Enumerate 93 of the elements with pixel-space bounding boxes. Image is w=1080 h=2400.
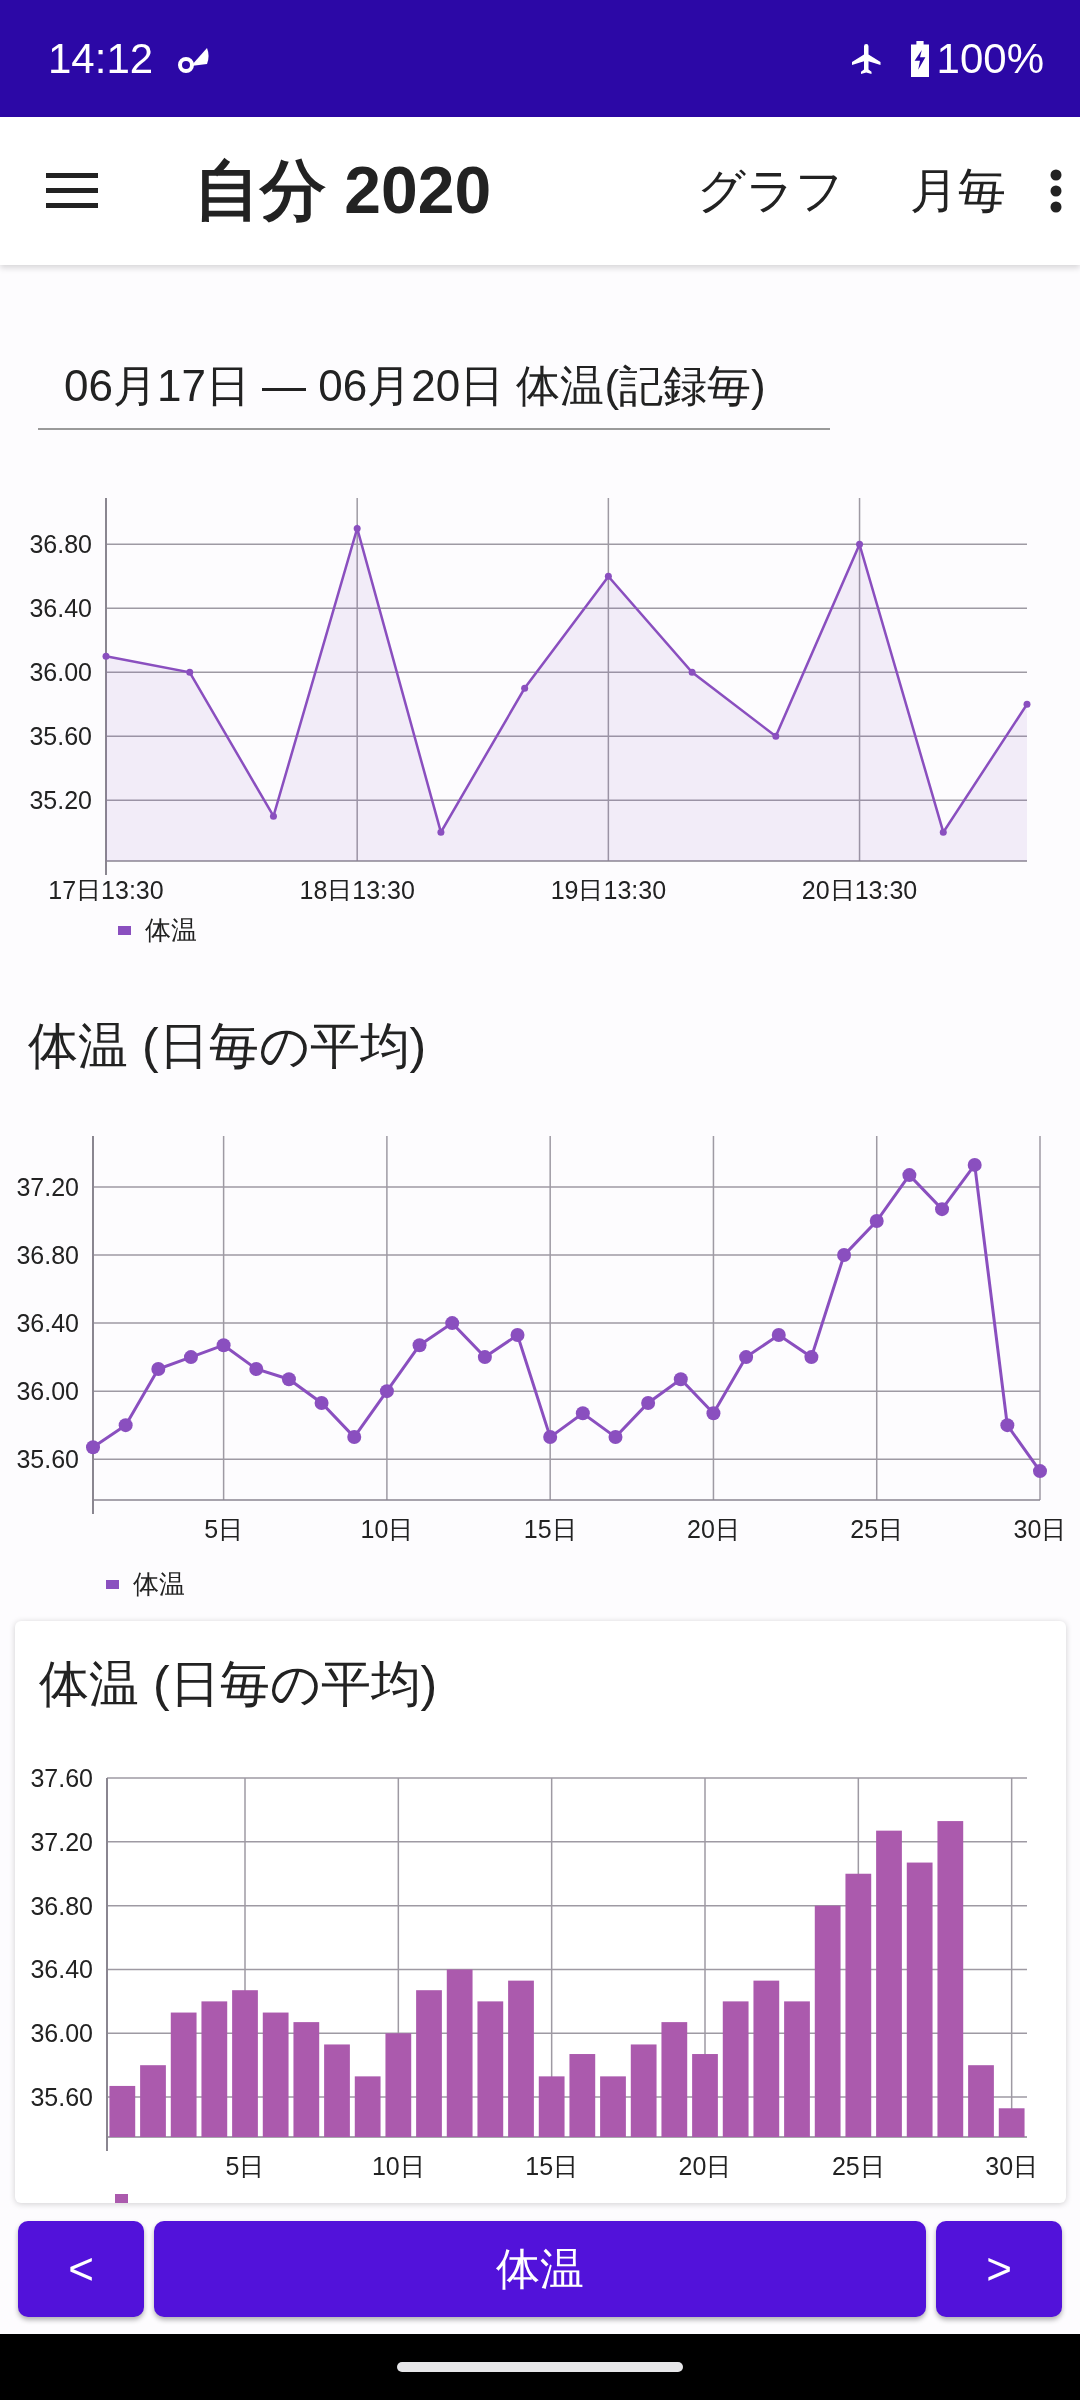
- data-point: [186, 668, 194, 676]
- data-point: [445, 1316, 460, 1331]
- chart-title: 体温 (日毎の平均): [39, 1655, 439, 1714]
- previous-button[interactable]: <: [18, 2221, 144, 2317]
- y-axis-label: 35.60: [16, 1445, 79, 1474]
- x-axis-label: 20日: [687, 1515, 740, 1543]
- y-axis-label: 36.00: [16, 1377, 79, 1406]
- data-point: [706, 1406, 721, 1421]
- period-dropdown[interactable]: 06月17日 — 06月20日 体温(記録毎): [38, 357, 830, 430]
- bar: [538, 2076, 565, 2137]
- data-point: [249, 1362, 264, 1377]
- legend-label: 体温: [133, 1568, 185, 1601]
- data-point: [673, 1372, 688, 1387]
- data-point: [1033, 1464, 1047, 1479]
- data-point: [1000, 1418, 1015, 1433]
- y-axis-label: 36.40: [16, 1309, 79, 1338]
- y-axis-label: 37.20: [16, 1173, 79, 1202]
- y-axis-label: 36.40: [30, 1955, 93, 1984]
- data-point: [281, 1372, 296, 1387]
- y-axis-label: 35.60: [30, 2083, 93, 2112]
- bar: [109, 2085, 136, 2137]
- data-point: [804, 1350, 819, 1365]
- data-point: [772, 732, 780, 740]
- x-axis-label: 25日: [850, 1515, 904, 1543]
- chart-title: 体温 (日毎の平均): [28, 1017, 428, 1076]
- toolbar-action[interactable]: グラフ: [697, 159, 844, 223]
- bar: [354, 2076, 381, 2137]
- data-point: [510, 1328, 525, 1342]
- battery-level: 100%: [936, 34, 1044, 83]
- bar: [998, 2108, 1025, 2137]
- data-point: [856, 540, 864, 548]
- menu-icon[interactable]: [46, 171, 98, 211]
- data-point: [575, 1406, 590, 1421]
- metric-button[interactable]: 体温: [154, 2221, 926, 2317]
- y-axis-label: 36.00: [30, 2019, 93, 2048]
- data-point: [379, 1384, 394, 1399]
- x-axis-label: 15日: [523, 1515, 577, 1543]
- x-axis-label: 10日: [360, 1515, 414, 1543]
- data-point: [837, 1248, 852, 1263]
- x-axis-label: 20日: [678, 2152, 732, 2180]
- data-point: [967, 1157, 982, 1172]
- x-axis-label: 5日: [225, 2152, 265, 2180]
- x-axis-label: 30日: [985, 2152, 1039, 2180]
- y-axis-label: 35.60: [29, 722, 92, 751]
- data-point: [604, 572, 612, 580]
- y-axis-label: 35.20: [29, 786, 92, 815]
- y-axis-label: 37.60: [30, 1764, 93, 1792]
- data-point: [902, 1168, 917, 1183]
- data-point: [1023, 700, 1031, 708]
- y-axis-label: 36.80: [30, 1891, 93, 1920]
- bar: [968, 2065, 994, 2137]
- data-point: [216, 1338, 231, 1353]
- status-time: 14:12: [48, 34, 154, 83]
- y-axis-label: 36.40: [29, 594, 92, 623]
- data-point: [477, 1350, 492, 1365]
- data-point: [412, 1338, 427, 1353]
- data-point: [608, 1430, 623, 1445]
- y-axis-label: 36.00: [29, 658, 92, 687]
- data-point: [543, 1430, 558, 1445]
- data-point: [353, 524, 361, 532]
- data-point: [102, 652, 110, 660]
- bar: [600, 2076, 626, 2137]
- y-axis-label: 36.80: [29, 530, 92, 559]
- data-point: [869, 1214, 884, 1229]
- toolbar-action[interactable]: 月毎: [910, 159, 1006, 223]
- more-options-icon[interactable]: [1050, 169, 1062, 213]
- data-point: [739, 1350, 754, 1365]
- data-point: [151, 1362, 166, 1377]
- x-axis-label: 5日: [204, 1515, 244, 1543]
- legend-label: 体温: [145, 914, 197, 947]
- data-point: [935, 1202, 950, 1217]
- data-point: [939, 828, 947, 836]
- app-title: 自分 2020: [194, 152, 493, 229]
- data-point: [771, 1328, 786, 1342]
- data-point: [521, 684, 529, 692]
- y-axis-label: 36.80: [16, 1241, 79, 1270]
- y-axis-label: 37.20: [30, 1827, 93, 1856]
- data-point: [118, 1418, 133, 1433]
- data-point: [183, 1350, 198, 1365]
- x-axis-label: 10日: [371, 2152, 425, 2180]
- data-point: [688, 668, 696, 676]
- x-axis-label: 15日: [525, 2152, 579, 2180]
- data-point: [314, 1396, 329, 1411]
- battery-charging-icon: [908, 40, 931, 77]
- x-axis-label: 30日: [1013, 1515, 1067, 1543]
- next-button[interactable]: >: [936, 2221, 1062, 2317]
- data-point: [347, 1430, 362, 1445]
- data-point: [269, 812, 277, 820]
- data-point: [641, 1396, 656, 1411]
- data-point: [437, 828, 445, 836]
- x-axis-label: 25日: [831, 2152, 885, 2180]
- data-point: [86, 1440, 100, 1455]
- bar: [140, 2065, 166, 2137]
